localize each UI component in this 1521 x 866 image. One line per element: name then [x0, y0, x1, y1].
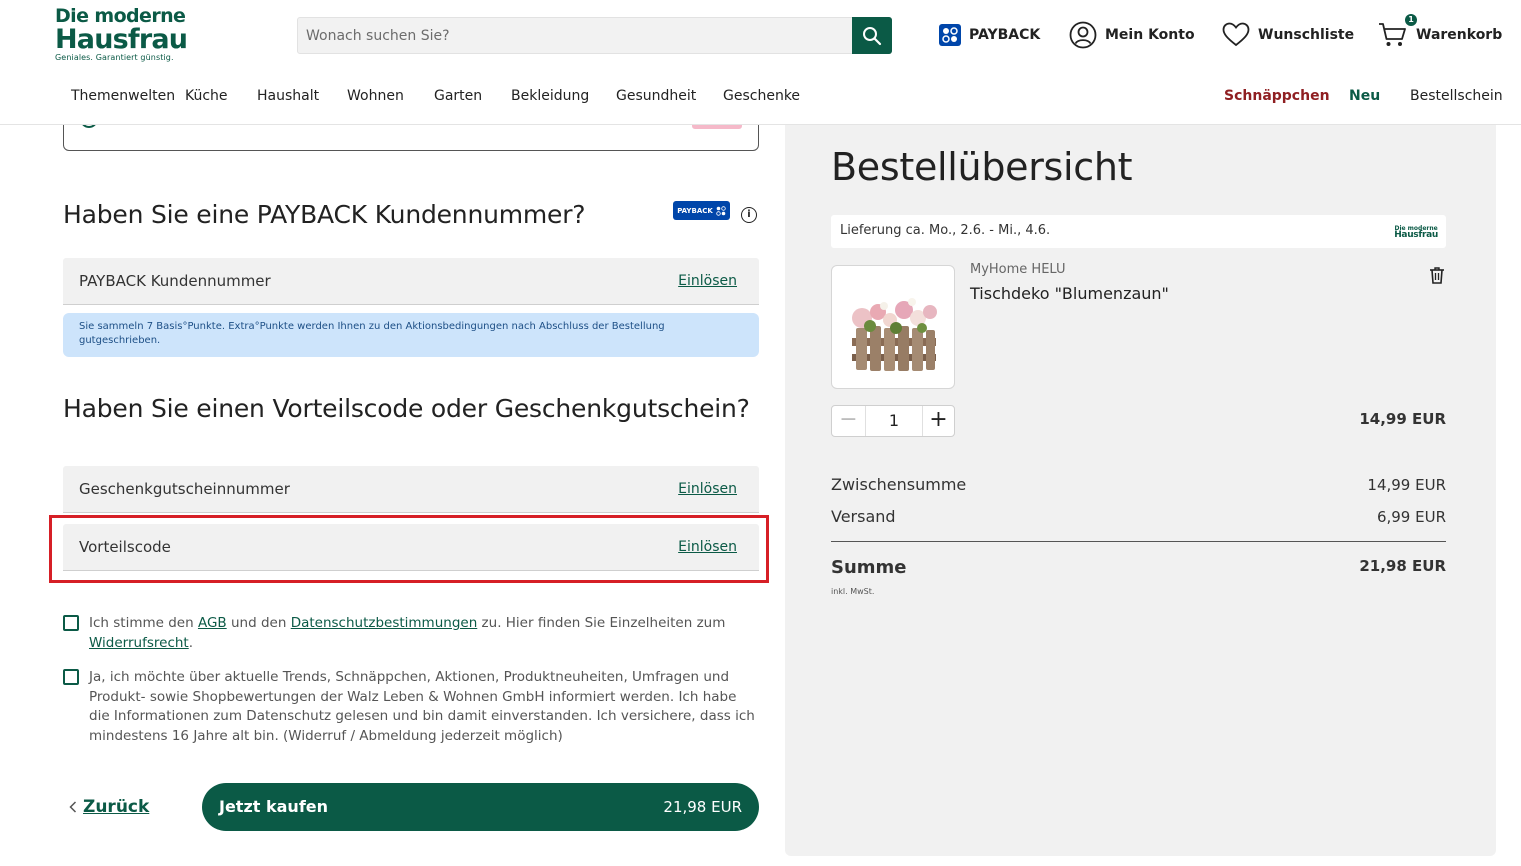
- shipping-label: Versand: [831, 507, 896, 526]
- privacy-link[interactable]: Datenschutzbestimmungen: [291, 615, 478, 631]
- wishlist-link[interactable]: Wunschliste: [1222, 19, 1354, 51]
- cart-link[interactable]: 1 Warenkorb: [1378, 14, 1503, 51]
- nav-item-deals[interactable]: Schnäppchen: [1224, 88, 1330, 104]
- newsletter-text: Ja, ich möchte über aktuelle Trends, Sch…: [89, 669, 755, 744]
- heart-icon: [1222, 22, 1250, 47]
- payback-icon: [939, 24, 961, 46]
- payback-heading: Haben Sie eine PAYBACK Kundennummer?: [63, 200, 586, 229]
- flower-fence-image: [852, 298, 937, 371]
- account-label: Mein Konto: [1105, 27, 1195, 43]
- delivery-estimate: Lieferung ca. Mo., 2.6. - Mi., 4.6. Die …: [831, 215, 1446, 248]
- cart-label: Warenkorb: [1416, 27, 1503, 43]
- logo-tagline: Geniales. Garantiert günstig.: [55, 53, 174, 62]
- withdrawal-link[interactable]: Widerrufsrecht: [89, 635, 189, 651]
- promo-highlight-box: [49, 515, 769, 583]
- search-icon: [863, 26, 882, 45]
- nav-item-geschenke[interactable]: Geschenke: [723, 88, 800, 104]
- subtotal-label: Zwischensumme: [831, 475, 967, 494]
- nav-item-garten[interactable]: Garten: [434, 88, 482, 104]
- back-label: Zurück: [83, 797, 150, 817]
- nav-item-order-form[interactable]: Bestellschein: [1410, 88, 1503, 104]
- quantity-increase-button[interactable]: +: [922, 406, 954, 436]
- giftcard-label: Geschenkgutscheinnummer: [79, 480, 290, 498]
- total-value: 21,98 EUR: [1359, 557, 1446, 575]
- vat-note: inkl. MwSt.: [831, 587, 875, 596]
- search-button[interactable]: [852, 17, 892, 54]
- summary-divider: [831, 541, 1446, 542]
- site-logo[interactable]: Die moderne Hausfrau Geniales. Garantier…: [55, 5, 188, 63]
- wishlist-label: Wunschliste: [1258, 27, 1355, 43]
- checkout-form: Klarna Ratenkauf Klarna Haben Sie eine P…: [0, 105, 785, 866]
- trash-icon: [1430, 267, 1444, 284]
- payback-dots-icon: [716, 205, 726, 216]
- newsletter-checkbox[interactable]: [63, 669, 79, 685]
- total-row: Summe 21,98 EUR: [831, 557, 1446, 578]
- info-icon[interactable]: i: [741, 207, 757, 223]
- user-icon: [1069, 21, 1097, 49]
- search-bar: [297, 17, 892, 54]
- payback-label: PAYBACK: [969, 27, 1041, 43]
- nav-item-wohnen[interactable]: Wohnen: [347, 88, 404, 104]
- shipping-row: Versand 6,99 EUR: [831, 507, 1446, 526]
- shipping-value: 6,99 EUR: [1376, 508, 1446, 526]
- site-header: Die moderne Hausfrau Geniales. Garantier…: [0, 0, 1521, 125]
- delivery-text: Lieferung ca. Mo., 2.6. - Mi., 4.6.: [840, 223, 1051, 238]
- nav-item-themenwelten[interactable]: Themenwelten: [71, 88, 175, 104]
- search-input[interactable]: [298, 18, 853, 53]
- subtotal-value: 14,99 EUR: [1367, 476, 1446, 494]
- terms-text: Ich stimme den AGB und den Datenschutzbe…: [89, 615, 726, 651]
- total-label: Summe: [831, 557, 907, 578]
- main-nav: Themenwelten Küche Haushalt Wohnen Garte…: [0, 86, 1521, 110]
- voucher-heading: Haben Sie einen Vorteilscode oder Gesche…: [63, 394, 750, 423]
- quantity-stepper: − 1 +: [831, 405, 955, 437]
- payback-redeem-link[interactable]: Einlösen: [678, 273, 737, 289]
- payback-points-notice: Sie sammeln 7 Basis°Punkte. Extra°Punkte…: [63, 313, 759, 357]
- nav-item-kueche[interactable]: Küche: [185, 88, 228, 104]
- back-link[interactable]: Zurück: [69, 797, 149, 817]
- product-name[interactable]: Tischdeko "Blumenzaun": [970, 284, 1169, 303]
- logo-line2: Hausfrau: [55, 24, 188, 55]
- payback-logo: PAYBACK: [673, 201, 730, 220]
- subtotal-row: Zwischensumme 14,99 EUR: [831, 475, 1446, 494]
- product-image[interactable]: [831, 265, 955, 389]
- quantity-value[interactable]: 1: [866, 406, 922, 436]
- summary-title: Bestellübersicht: [831, 145, 1133, 189]
- giftcard-redeem-link[interactable]: Einlösen: [678, 481, 737, 497]
- giftcard-field[interactable]: Geschenkgutscheinnummer Einlösen: [63, 466, 759, 513]
- buy-now-label: Jetzt kaufen: [219, 797, 329, 816]
- logo-line1: Die moderne: [55, 5, 186, 27]
- cart-icon: [1379, 23, 1406, 46]
- remove-item-button[interactable]: [1429, 266, 1445, 288]
- payback-number-label: PAYBACK Kundennummer: [79, 272, 271, 290]
- account-link[interactable]: Mein Konto: [1069, 19, 1195, 51]
- nav-item-gesundheit[interactable]: Gesundheit: [616, 88, 696, 104]
- terms-checkbox[interactable]: [63, 615, 79, 631]
- product-brand: MyHome HELU: [970, 262, 1066, 277]
- quantity-decrease-button[interactable]: −: [832, 406, 866, 436]
- nav-item-bekleidung[interactable]: Bekleidung: [511, 88, 589, 104]
- line-item-price: 14,99 EUR: [1359, 410, 1446, 428]
- chevron-left-icon: [69, 801, 77, 813]
- payback-logo-text: PAYBACK: [677, 206, 713, 215]
- order-summary: Bestellübersicht Lieferung ca. Mo., 2.6.…: [785, 125, 1496, 856]
- agb-link[interactable]: AGB: [198, 615, 227, 631]
- buy-now-amount: 21,98 EUR: [663, 798, 742, 816]
- buy-now-button[interactable]: Jetzt kaufen 21,98 EUR: [202, 783, 759, 831]
- nav-item-new[interactable]: Neu: [1349, 88, 1380, 104]
- nav-item-haushalt[interactable]: Haushalt: [257, 88, 319, 104]
- payback-link[interactable]: PAYBACK: [939, 19, 1040, 51]
- mini-logo: Die moderne Hausfrau: [1394, 225, 1438, 240]
- payback-number-field[interactable]: PAYBACK Kundennummer Einlösen: [63, 258, 759, 305]
- cart-count-badge: 1: [1405, 14, 1417, 26]
